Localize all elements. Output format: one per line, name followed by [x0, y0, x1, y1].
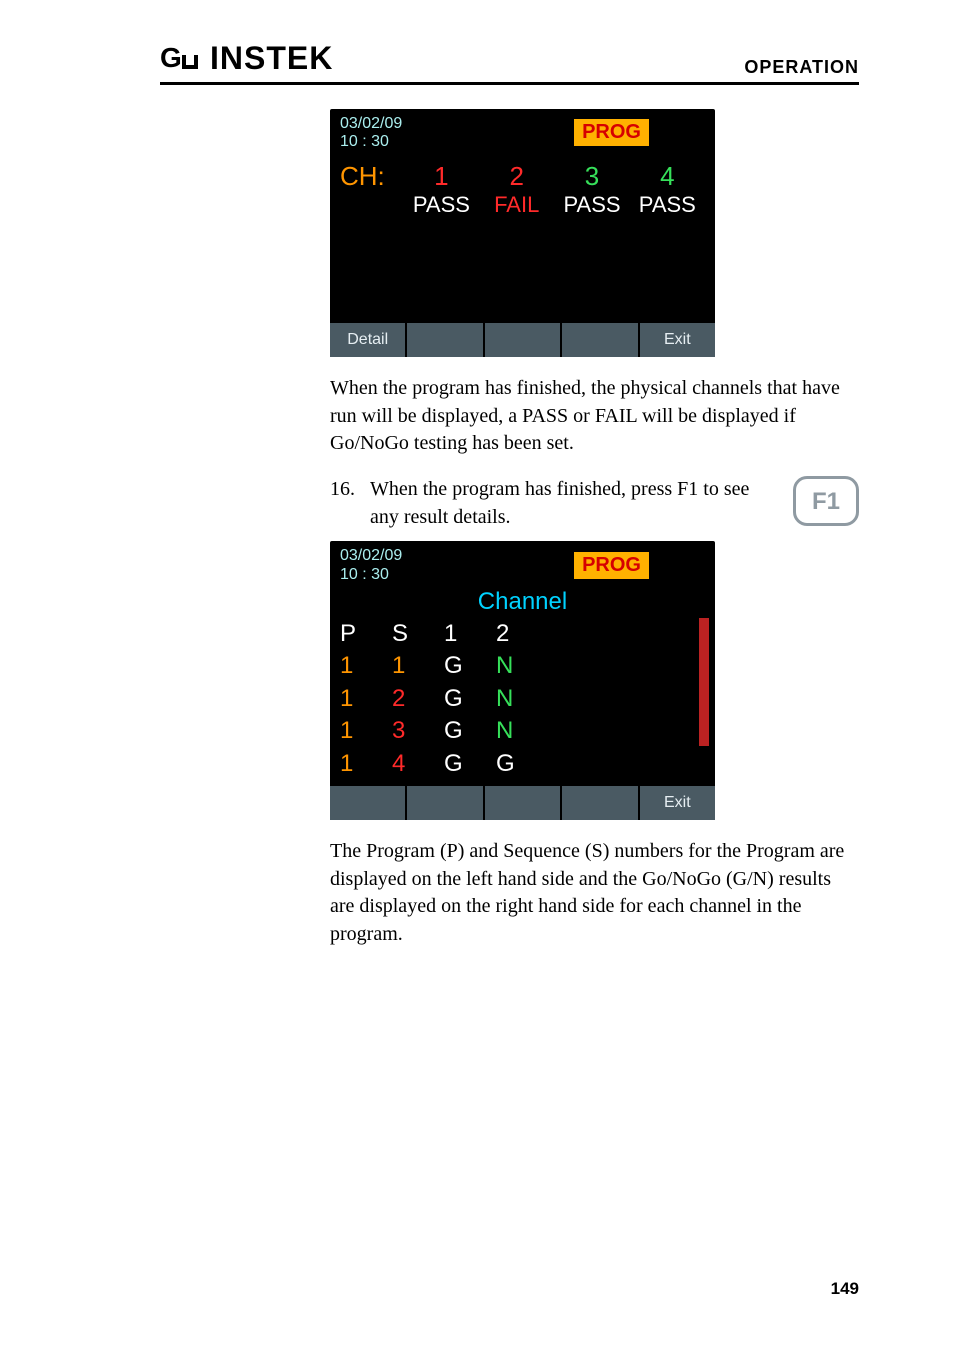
cell-c2: N — [496, 715, 548, 747]
screen2-date: 03/02/09 — [340, 547, 402, 565]
paragraph-after-screen2: The Program (P) and Sequence (S) numbers… — [330, 838, 859, 948]
step-16: 16. When the program has finished, press… — [330, 476, 859, 531]
softkey-f2[interactable] — [407, 786, 484, 820]
ch4-result: PASS — [630, 192, 705, 218]
cell-c1: G — [444, 748, 496, 780]
screen1-date: 03/02/09 — [340, 115, 402, 133]
cell-c1: G — [444, 715, 496, 747]
cell-s: 3 — [392, 715, 444, 747]
prog-result-screen: 03/02/09 10 : 30 PROG CH: 1 PASS 2 FAIL — [330, 109, 715, 358]
ch3-number: 3 — [554, 161, 629, 192]
scrollbar[interactable] — [699, 618, 709, 746]
channel-detail-screen: 03/02/09 10 : 30 PROG Channel P S 1 2 1 — [330, 541, 715, 820]
table-row: 1 1 G N — [340, 650, 705, 682]
softkey-f3[interactable] — [485, 323, 562, 357]
page-header: G INSTEK OPERATION — [160, 40, 859, 85]
softkey-exit-2[interactable]: Exit — [640, 786, 715, 820]
cell-s: 1 — [392, 650, 444, 682]
softkey-exit[interactable]: Exit — [640, 323, 715, 357]
channel-title: Channel — [340, 588, 705, 616]
table-row: 1 4 G G — [340, 748, 705, 780]
cell-p: 1 — [340, 748, 392, 780]
brand-logo: G INSTEK — [160, 40, 333, 77]
softkey-f4[interactable] — [562, 323, 639, 357]
softkey-f2[interactable] — [407, 323, 484, 357]
table-row: 1 3 G N — [340, 715, 705, 747]
softkey-f4[interactable] — [562, 786, 639, 820]
mode-badge: PROG — [574, 119, 649, 146]
screen1-softkeys: Detail Exit — [330, 323, 715, 357]
cell-p: 1 — [340, 715, 392, 747]
col-2: 2 — [496, 618, 548, 650]
table-header-row: P S 1 2 — [340, 618, 705, 650]
cell-c2: N — [496, 650, 548, 682]
softkey-f3[interactable] — [485, 786, 562, 820]
step-text: When the program has finished, press F1 … — [370, 476, 783, 531]
channel-table: P S 1 2 1 1 G N 1 2 G N — [340, 618, 705, 780]
brand-text: INSTEK — [210, 40, 333, 77]
ch2-number: 2 — [479, 161, 554, 192]
screen1-time: 10 : 30 — [340, 133, 402, 151]
cell-p: 1 — [340, 650, 392, 682]
screen2-softkeys: Exit — [330, 786, 715, 820]
paragraph-after-screen1: When the program has finished, the physi… — [330, 375, 859, 458]
cell-c2: N — [496, 683, 548, 715]
svg-text:G: G — [160, 45, 183, 73]
screen2-datetime: 03/02/09 10 : 30 — [340, 547, 402, 584]
mode-badge-2: PROG — [574, 552, 649, 579]
ch4-number: 4 — [630, 161, 705, 192]
ch1-number: 1 — [404, 161, 479, 192]
cell-s: 4 — [392, 748, 444, 780]
cell-c2: G — [496, 748, 548, 780]
step-number: 16. — [330, 476, 360, 504]
col-1: 1 — [444, 618, 496, 650]
softkey-f1[interactable] — [330, 786, 407, 820]
cell-c1: G — [444, 650, 496, 682]
ch3-result: PASS — [554, 192, 629, 218]
page-number: 149 — [831, 1279, 859, 1299]
ch1-result: PASS — [404, 192, 479, 218]
cell-s: 2 — [392, 683, 444, 715]
softkey-detail[interactable]: Detail — [330, 323, 407, 357]
screen1-datetime: 03/02/09 10 : 30 — [340, 115, 402, 152]
brand-glyph-icon: G — [160, 45, 208, 73]
ch-label: CH: — [340, 161, 404, 218]
table-row: 1 2 G N — [340, 683, 705, 715]
screen2-time: 10 : 30 — [340, 566, 402, 584]
cell-c1: G — [444, 683, 496, 715]
col-p: P — [340, 618, 392, 650]
ch2-result: FAIL — [479, 192, 554, 218]
f1-key-icon: F1 — [793, 476, 859, 526]
cell-p: 1 — [340, 683, 392, 715]
section-title: OPERATION — [744, 57, 859, 78]
col-s: S — [392, 618, 444, 650]
